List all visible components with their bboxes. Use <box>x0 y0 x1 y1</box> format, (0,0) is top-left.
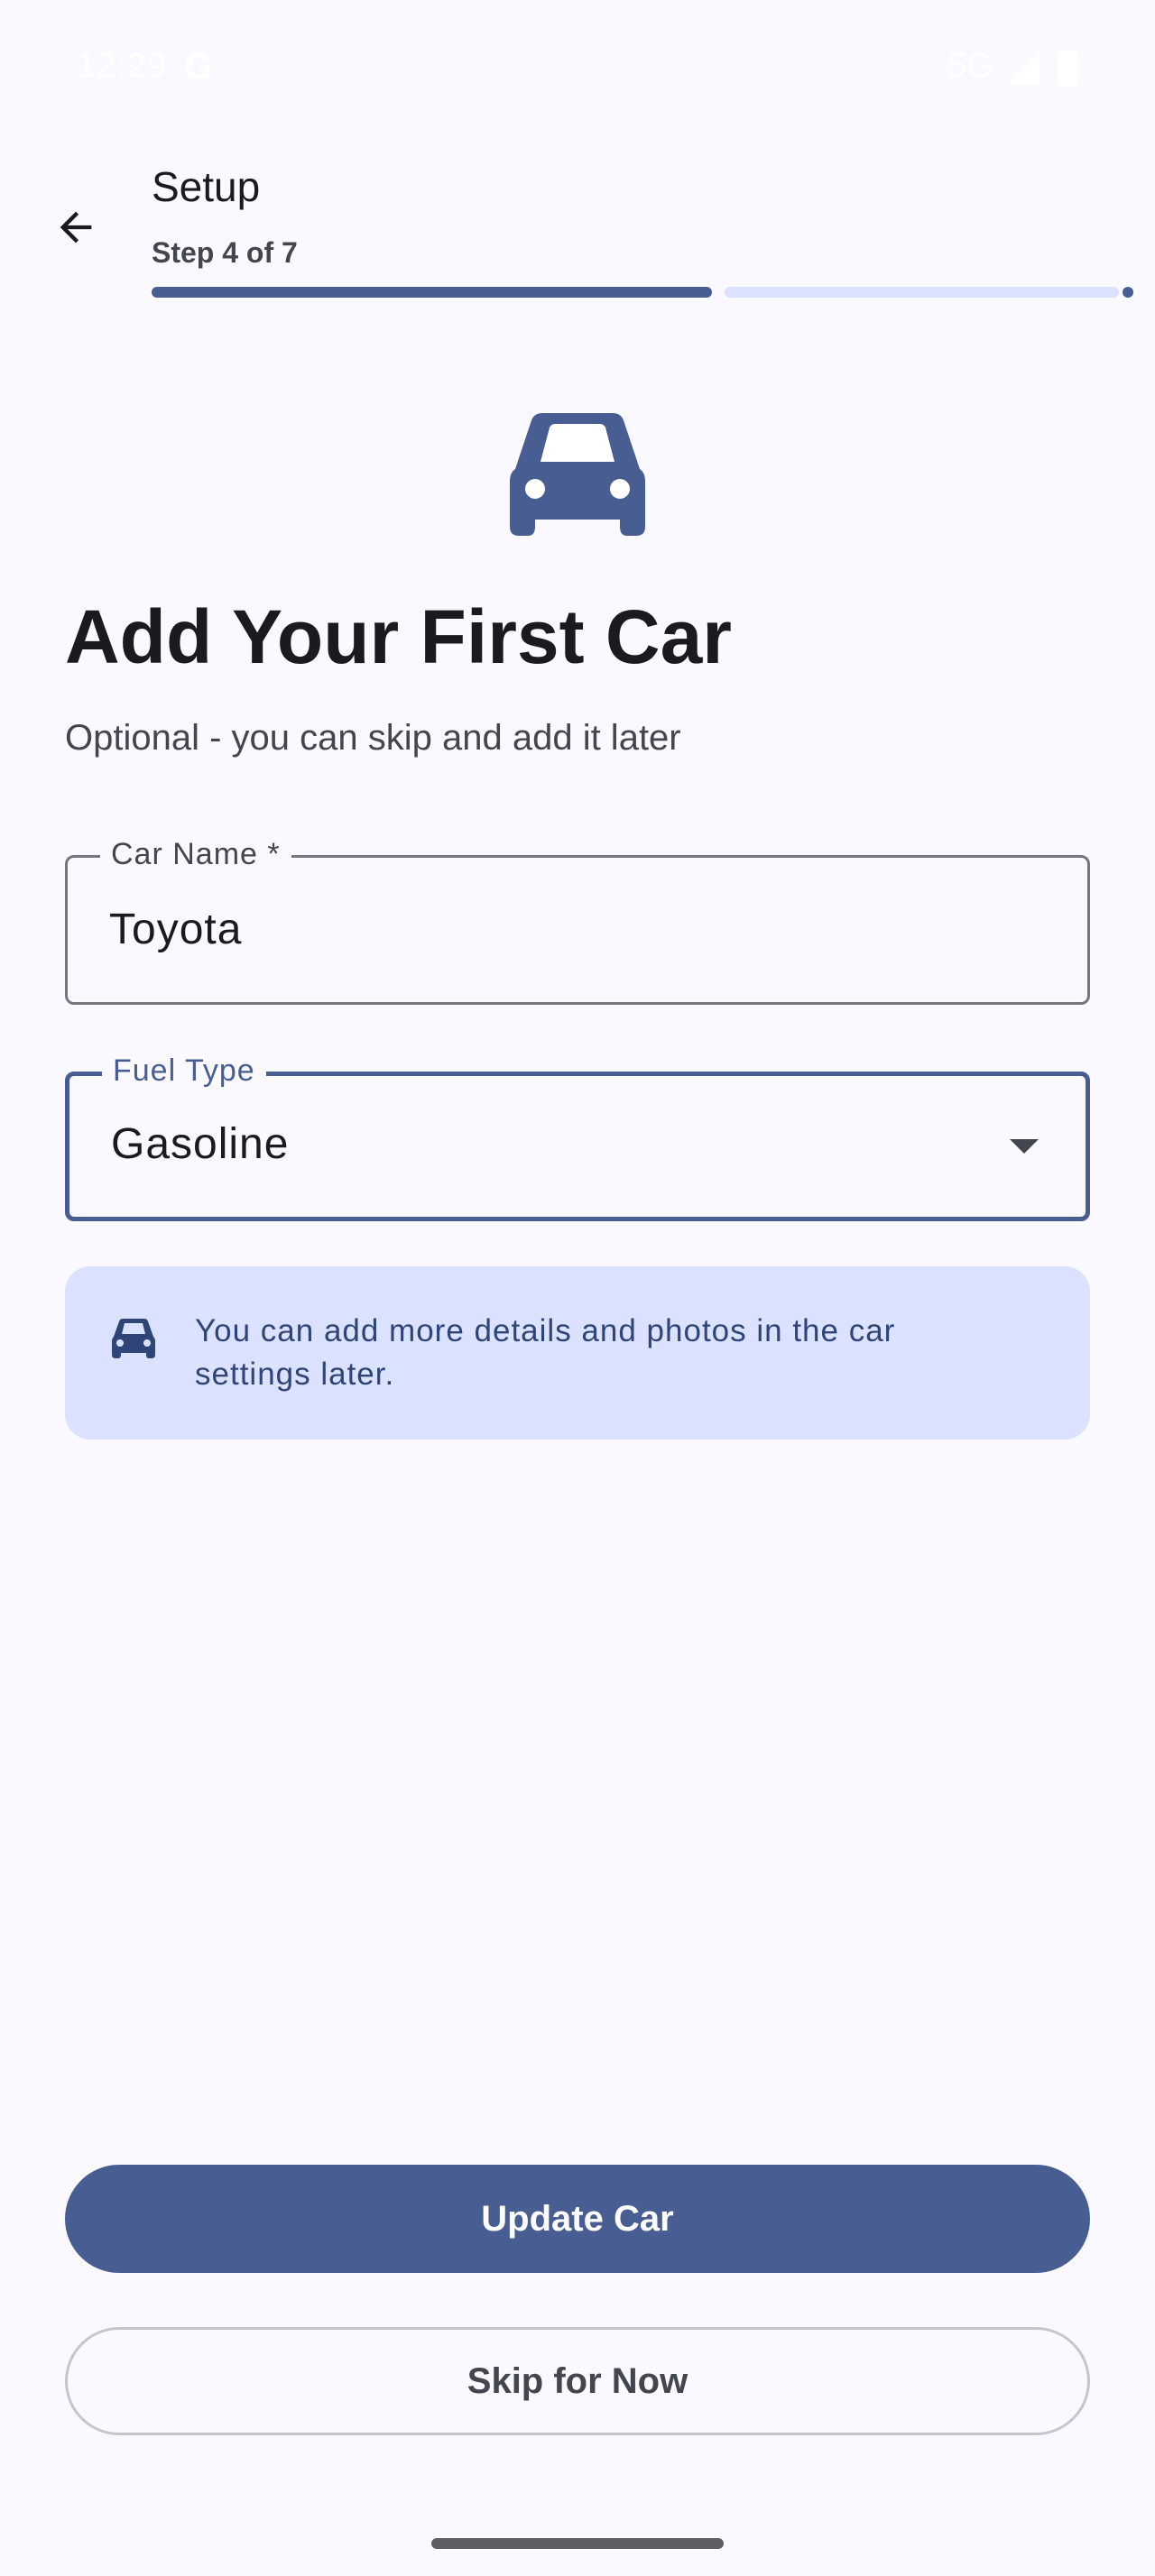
arrow-back-icon <box>60 211 92 244</box>
step-indicator: Step 4 of 7 <box>152 236 298 269</box>
setup-screen: 12:29 G 5G Setup Step 4 of 7 Add Your Fi… <box>0 0 1155 2576</box>
skip-for-now-button[interactable]: Skip for Now <box>65 2327 1090 2435</box>
cell-signal-icon <box>1007 52 1040 85</box>
google-logo-icon: G <box>184 47 213 87</box>
back-button[interactable] <box>40 191 112 263</box>
page-title: Setup <box>152 163 261 210</box>
info-card: You can add more details and photos in t… <box>65 1266 1090 1440</box>
car-name-input[interactable] <box>109 905 1012 955</box>
fuel-type-value: Gasoline <box>111 1120 290 1168</box>
dropdown-arrow-icon[interactable] <box>1010 1139 1039 1154</box>
status-time: 12:29 <box>77 47 168 85</box>
progress-remaining <box>725 287 1119 298</box>
fuel-type-dropdown[interactable]: Fuel Type Gasoline <box>65 1053 1090 1221</box>
network-type: 5G <box>947 47 993 85</box>
progress-fill <box>152 287 712 298</box>
info-text: You can add more details and photos in t… <box>195 1313 896 1392</box>
headline: Add Your First Car <box>65 594 732 679</box>
status-bar: 12:29 G 5G <box>0 0 1155 135</box>
subtitle: Optional - you can skip and add it later <box>65 718 681 758</box>
car-icon <box>112 1319 155 1358</box>
update-car-button[interactable]: Update Car <box>65 2165 1090 2273</box>
battery-icon <box>1058 51 1077 87</box>
fuel-type-label: Fuel Type <box>102 1053 266 1089</box>
progress-end-marker <box>1123 287 1133 298</box>
car-name-label: Car Name * <box>100 836 291 872</box>
setup-progress-bar <box>152 287 1133 298</box>
car-name-field[interactable]: Car Name * <box>65 836 1090 1005</box>
gesture-navigation-bar[interactable] <box>431 2538 724 2549</box>
car-icon <box>510 413 645 536</box>
